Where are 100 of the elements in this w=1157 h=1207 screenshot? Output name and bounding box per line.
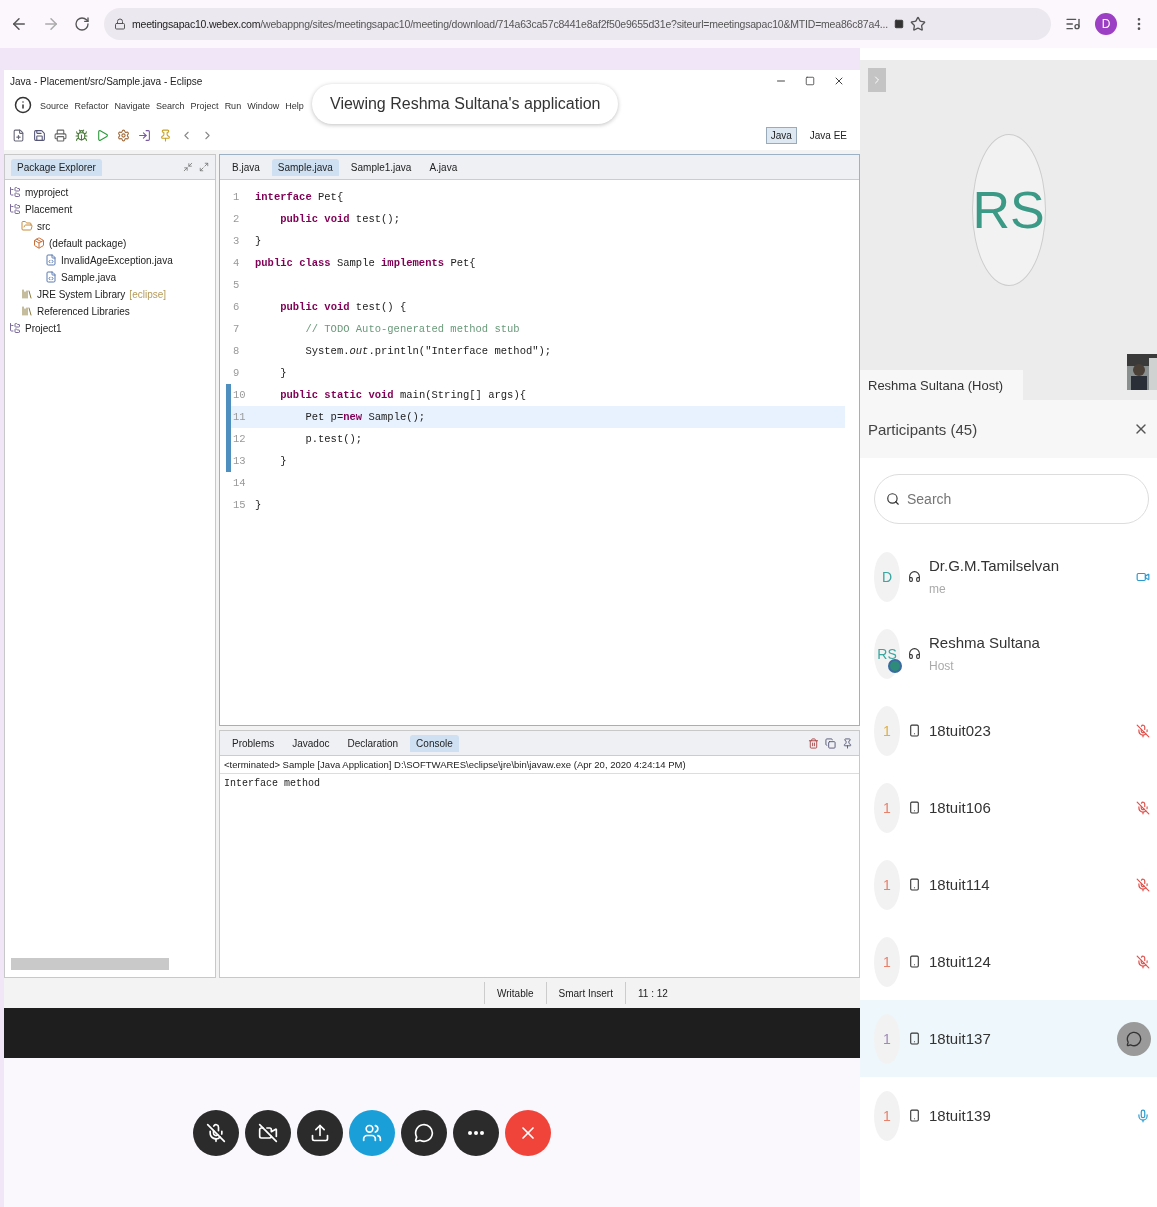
phone-icon — [908, 1032, 921, 1045]
code-line: public void test() { — [279, 301, 407, 313]
view-tab[interactable]: Problems — [226, 734, 281, 752]
view-tab[interactable]: Package Explorer — [11, 158, 102, 176]
view-tab[interactable]: Console — [410, 734, 459, 752]
tree-item-suffix: [eclipse] — [129, 288, 167, 300]
profile-avatar[interactable]: D — [1095, 13, 1117, 35]
minimize-icon[interactable] — [183, 162, 193, 172]
star-icon[interactable] — [909, 16, 926, 32]
menu-item[interactable]: Window — [247, 101, 280, 111]
participant-row[interactable]: D Dr.G.M.Tamilselvan me — [860, 538, 1157, 615]
pin-icon[interactable] — [842, 737, 853, 749]
menu-item[interactable]: Run — [224, 101, 242, 111]
line-number: 4 — [232, 256, 241, 271]
sharing-banner: Viewing Reshma Sultana's application — [312, 84, 619, 124]
participants-button[interactable] — [349, 1109, 395, 1156]
tree-item[interactable]: InvalidAgeException.java — [61, 254, 173, 266]
view-tab[interactable]: Declaration — [341, 734, 405, 752]
participant-row[interactable]: 1 18tuit023 — [860, 692, 1157, 769]
video-button[interactable] — [245, 1109, 291, 1156]
library-icon — [21, 288, 33, 300]
menu-item[interactable]: Source — [40, 101, 69, 111]
code-line: System.out.println("Interface method"); — [304, 345, 552, 357]
folder-icon — [21, 220, 33, 232]
view-tab[interactable]: Javadoc — [286, 734, 336, 752]
tree-item[interactable]: src — [37, 220, 51, 232]
gear-icon[interactable] — [117, 128, 130, 142]
line-number: 6 — [232, 300, 241, 315]
code-line: public class Sample implements Pet{ — [255, 257, 476, 269]
line-number: 5 — [232, 278, 241, 293]
save-icon[interactable] — [33, 128, 46, 142]
participant-row[interactable]: 1 18tuit137 — [860, 1000, 1157, 1077]
camera-icon[interactable] — [893, 19, 904, 29]
participant-row[interactable]: 1 18tuit139 — [860, 1077, 1157, 1154]
code-line: } — [255, 235, 262, 247]
tree-item[interactable]: Referenced Libraries — [37, 305, 130, 317]
participant-name: 18tuit139 — [929, 1107, 992, 1124]
line-number: 3 — [232, 234, 241, 249]
share-button[interactable] — [297, 1109, 343, 1156]
menu-item[interactable]: Refactor — [74, 101, 109, 111]
printer-icon[interactable] — [54, 128, 67, 142]
menu-item[interactable]: Search — [156, 101, 185, 111]
bug-icon[interactable] — [75, 128, 88, 142]
perspective-button[interactable]: Java EE — [804, 126, 852, 144]
participant-row[interactable]: RS Reshma Sultana Host — [860, 615, 1157, 692]
search-icon — [886, 492, 900, 506]
address-bar[interactable]: meetingsapac10.webex.com/webappng/sites/meetingsapac10/meeting/download/714a63ca57c8441e8af2f50e9655d31e?siteurl=meetingsapac10&MTID=mea86c87a4... — [104, 8, 1051, 40]
perspective-button[interactable]: Java — [765, 126, 797, 144]
line-number: 8 — [232, 344, 241, 359]
participants-icon — [362, 1122, 382, 1143]
menu-item[interactable]: Help — [285, 101, 304, 111]
chat-icon[interactable] — [1117, 1021, 1151, 1056]
more-button[interactable] — [453, 1109, 499, 1156]
info-icon[interactable] — [14, 96, 32, 114]
tree-item[interactable]: Placement — [25, 203, 73, 215]
back-icon[interactable] — [10, 15, 28, 33]
phone-icon — [908, 801, 921, 814]
import-icon[interactable] — [138, 128, 151, 142]
line-number: 12 — [226, 428, 255, 450]
editor-tab[interactable]: Sample.java — [271, 158, 339, 176]
microphone-icon[interactable] — [1135, 1107, 1151, 1124]
panel-title: Participants (45) — [868, 420, 978, 438]
participant-row[interactable]: 1 18tuit114 — [860, 846, 1157, 923]
forward-icon[interactable] — [42, 15, 60, 33]
new-file-icon[interactable] — [12, 128, 25, 142]
code-line: public static void main(String[] args){ — [279, 389, 526, 401]
editor-tab[interactable]: Sample1.java — [344, 158, 418, 176]
muted-microphone-icon[interactable] — [1135, 799, 1151, 816]
tree-item[interactable]: Sample.java — [61, 271, 117, 283]
search-field[interactable]: Search — [874, 474, 1149, 524]
participant-row[interactable]: 1 18tuit124 — [860, 923, 1157, 1000]
participant-row[interactable]: 1 18tuit106 — [860, 769, 1157, 846]
reload-icon[interactable] — [74, 16, 90, 32]
tree-item[interactable]: myproject — [25, 186, 69, 198]
mute-button[interactable] — [193, 1109, 239, 1156]
editor-tab[interactable]: A.java — [423, 158, 464, 176]
menu-item[interactable]: Navigate — [114, 101, 151, 111]
tree-item[interactable]: (default package) — [49, 237, 127, 249]
leave-button[interactable] — [505, 1109, 551, 1156]
project-icon — [9, 186, 21, 198]
pin-icon[interactable] — [159, 128, 172, 142]
status-text: 11 : 12 — [624, 982, 680, 1004]
avatar: 1 — [874, 1013, 900, 1064]
reading-list-icon[interactable] — [1065, 16, 1081, 32]
phone-icon — [908, 955, 921, 968]
run-icon[interactable] — [96, 128, 109, 142]
chat-button[interactable] — [401, 1109, 447, 1156]
tree-item[interactable]: JRE System Library — [37, 288, 126, 300]
copy-icon[interactable] — [825, 737, 836, 749]
participant-name: 18tuit023 — [929, 722, 992, 739]
menu-item[interactable]: Project — [190, 101, 219, 111]
line-number: 2 — [232, 212, 241, 227]
avatar: D — [874, 551, 900, 602]
tree-item[interactable]: Project1 — [25, 322, 62, 334]
muted-microphone-icon[interactable] — [1135, 876, 1151, 893]
muted-microphone-icon[interactable] — [1135, 953, 1151, 970]
muted-microphone-icon[interactable] — [1135, 722, 1151, 739]
maximize-icon[interactable] — [199, 162, 209, 172]
editor-tab[interactable]: B.java — [226, 158, 266, 176]
trash-icon[interactable] — [808, 737, 819, 749]
